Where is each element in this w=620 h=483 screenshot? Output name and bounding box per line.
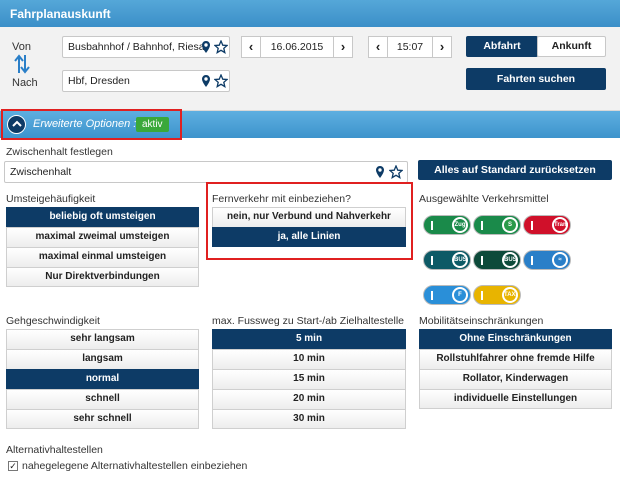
regionalbus-icon: BUS	[502, 252, 518, 268]
toggle-on-indicator	[431, 256, 433, 265]
via-value: Zwischenhalt	[10, 166, 72, 178]
from-input[interactable]: Busbahnhof / Bahnhof, Riesa	[62, 36, 230, 58]
faehre-bus-icon: ≈	[552, 252, 568, 268]
from-value: Busbahnhof / Bahnhof, Riesa	[68, 41, 205, 53]
search-trips-button[interactable]: Fahrten suchen	[466, 68, 606, 90]
highlight-box-long-distance	[206, 182, 413, 260]
favorite-star-icon[interactable]	[389, 165, 403, 179]
mode-icon-label: Tram	[554, 219, 568, 231]
option-row[interactable]: beliebig oft umsteigen	[6, 207, 199, 227]
via-label: Zwischenhalt festlegen	[6, 146, 113, 158]
time-field[interactable]: 15:07	[388, 36, 432, 58]
option-row[interactable]: Nur Direktverbindungen	[6, 267, 199, 287]
date-next-button[interactable]: ›	[333, 36, 353, 58]
trip-section: Von Nach Busbahnhof / Bahnhof, Riesa Hbf…	[0, 27, 620, 111]
mobility-options: Ohne Einschränkungen Rollstuhlfahrer ohne…	[419, 329, 612, 409]
option-row[interactable]: langsam	[6, 349, 199, 369]
transfers-options: beliebig oft umsteigen maximal zweimal um…	[6, 207, 199, 287]
taxi-icon: TAXI	[502, 287, 518, 303]
mode-icon-label: BUS	[454, 254, 467, 266]
toggle-on-indicator	[431, 221, 433, 230]
favorite-star-icon[interactable]	[214, 40, 228, 54]
arrival-button[interactable]: Ankunft	[537, 36, 606, 57]
via-input[interactable]: Zwischenhalt	[4, 161, 408, 183]
tram-icon: Tram	[552, 217, 568, 233]
stadtbus-icon: BUS	[452, 252, 468, 268]
mode-icon-label: F	[454, 289, 466, 301]
walk-speed-label: Gehgeschwindigkeit	[6, 315, 100, 327]
mode-toggle-stadtbus[interactable]: BUS	[423, 250, 471, 270]
location-pin-icon[interactable]	[199, 40, 213, 54]
faehre-icon: F	[452, 287, 468, 303]
option-row[interactable]: maximal einmal umsteigen	[6, 247, 199, 267]
option-row[interactable]: sehr langsam	[6, 329, 199, 349]
walk-distance-options: 5 min 10 min 15 min 20 min 30 min	[212, 329, 406, 429]
option-row[interactable]: schnell	[6, 389, 199, 409]
s-bahn-icon: S	[502, 217, 518, 233]
modes-label: Ausgewählte Verkehrsmittel	[419, 193, 549, 205]
alternatives-checkbox[interactable]: ✓	[8, 461, 18, 471]
mode-icon-label: ≈	[554, 254, 566, 266]
alternatives-label: Alternativhaltestellen	[6, 444, 103, 456]
time-next-button[interactable]: ›	[432, 36, 452, 58]
mobility-label: Mobilitätseinschränkungen	[419, 315, 544, 327]
date-prev-button[interactable]: ‹	[241, 36, 261, 58]
favorite-star-icon[interactable]	[214, 74, 228, 88]
toggle-on-indicator	[531, 256, 533, 265]
option-row[interactable]: individuelle Einstellungen	[419, 389, 612, 409]
option-row[interactable]: 10 min	[212, 349, 406, 369]
toggle-on-indicator	[481, 291, 483, 300]
toggle-on-indicator	[481, 256, 483, 265]
location-pin-icon[interactable]	[373, 165, 387, 179]
reset-defaults-button[interactable]: Alles auf Standard zurücksetzen	[418, 160, 612, 180]
option-row[interactable]: normal	[6, 369, 199, 389]
walk-speed-options: sehr langsam langsam normal schnell sehr sch…	[6, 329, 199, 429]
mode-toggle-tram[interactable]: Tram	[523, 215, 571, 235]
alternatives-checkbox-label[interactable]: nahegelegene Alternativhaltestellen einb…	[22, 460, 247, 472]
location-pin-icon[interactable]	[199, 74, 213, 88]
mode-icon-label: BUS	[504, 254, 517, 266]
walk-distance-label: max. Fussweg zu Start-/ab Zielhaltestell…	[212, 315, 404, 327]
transfers-label: Umsteigehäufigkeit	[6, 193, 96, 205]
option-row[interactable]: sehr schnell	[6, 409, 199, 429]
mode-icon-label: Zug	[454, 219, 466, 231]
from-label: Von	[12, 41, 31, 53]
option-row[interactable]: maximal zweimal umsteigen	[6, 227, 199, 247]
mode-toggle-zug[interactable]: Zug	[423, 215, 471, 235]
option-row[interactable]: 20 min	[212, 389, 406, 409]
mode-toggle-faehre-bus[interactable]: ≈	[523, 250, 571, 270]
option-row[interactable]: Ohne Einschränkungen	[419, 329, 612, 349]
option-row[interactable]: Rollator, Kinderwagen	[419, 369, 612, 389]
toggle-on-indicator	[481, 221, 483, 230]
mode-toggle-s-bahn[interactable]: S	[473, 215, 521, 235]
departure-button[interactable]: Abfahrt	[466, 36, 538, 57]
mode-icon-label: TAXI	[504, 289, 517, 301]
time-prev-button[interactable]: ‹	[368, 36, 388, 58]
date-field[interactable]: 16.06.2015	[261, 36, 333, 58]
mode-toggle-faehre[interactable]: F	[423, 285, 471, 305]
to-value: Hbf, Dresden	[68, 75, 130, 87]
highlight-box-options	[1, 109, 182, 140]
mode-toggle-regionalbus[interactable]: BUS	[473, 250, 521, 270]
toggle-on-indicator	[531, 221, 533, 230]
option-row[interactable]: 30 min	[212, 409, 406, 429]
to-input[interactable]: Hbf, Dresden	[62, 70, 230, 92]
swap-icon[interactable]	[14, 53, 30, 75]
app-title: Fahrplanauskunft	[0, 0, 620, 27]
option-row[interactable]: 5 min	[212, 329, 406, 349]
option-row[interactable]: Rollstuhlfahrer ohne fremde Hilfe	[419, 349, 612, 369]
mode-toggle-taxi[interactable]: TAXI	[473, 285, 521, 305]
mode-icon-label: S	[504, 219, 516, 231]
to-label: Nach	[12, 77, 38, 89]
toggle-on-indicator	[431, 291, 433, 300]
zug-icon: Zug	[452, 217, 468, 233]
option-row[interactable]: 15 min	[212, 369, 406, 389]
